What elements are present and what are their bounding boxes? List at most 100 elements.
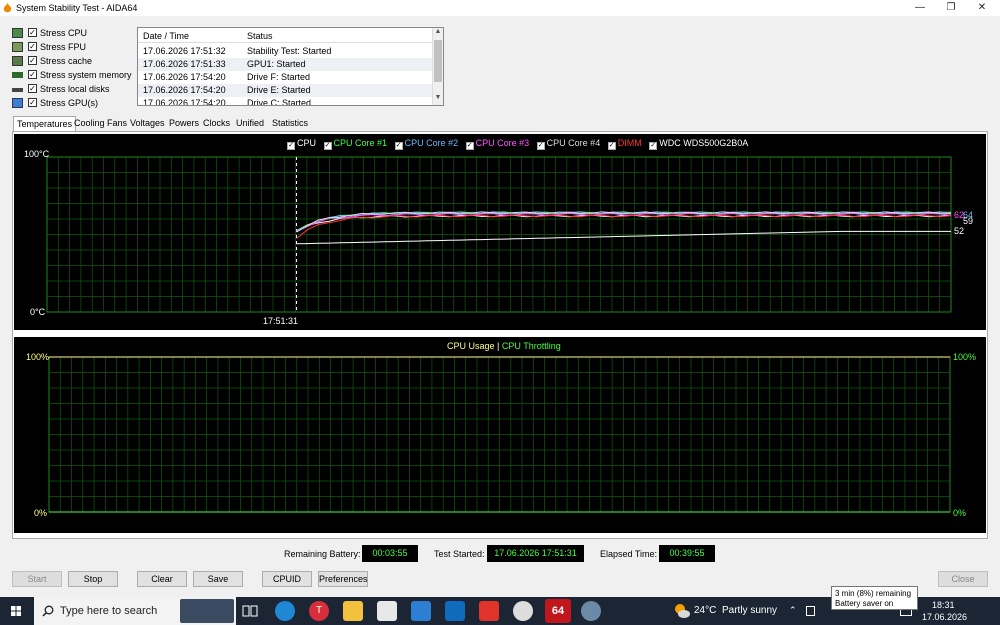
preferences-button[interactable]: Preferences bbox=[318, 571, 368, 587]
stress-gpu-label: Stress GPU(s) bbox=[40, 98, 99, 108]
window-title: System Stability Test - AIDA64 bbox=[16, 3, 138, 13]
close-window-button[interactable]: ✕ bbox=[967, 0, 997, 16]
log-row[interactable]: 17.06.2026 17:51:32 Stability Test: Start… bbox=[138, 45, 433, 58]
log-row[interactable]: 17.06.2026 17:54:20 Drive F: Started bbox=[138, 71, 433, 84]
stress-fpu-checkbox[interactable]: ✓ bbox=[28, 42, 37, 51]
scrollbar-thumb[interactable] bbox=[434, 40, 442, 82]
windows-start-icon[interactable] bbox=[0, 597, 32, 625]
stress-gpu-checkbox[interactable]: ✓ bbox=[28, 98, 37, 107]
usage-legend: CPU Usage | CPU Throttling bbox=[447, 341, 561, 353]
chrome-browser-icon[interactable] bbox=[513, 601, 533, 621]
scroll-up-icon[interactable]: ▲ bbox=[433, 28, 443, 35]
log-status: Stability Test: Started bbox=[247, 46, 332, 56]
close-button[interactable]: Close bbox=[938, 571, 988, 587]
file-explorer-icon[interactable] bbox=[343, 601, 363, 621]
save-button[interactable]: Save bbox=[193, 571, 243, 587]
stress-cpu-checkbox[interactable]: ✓ bbox=[28, 28, 37, 37]
tab-cooling-fans[interactable]: Cooling Fans bbox=[71, 116, 130, 131]
log-status: Drive E: Started bbox=[247, 85, 311, 95]
tab-temperatures[interactable]: Temperatures bbox=[13, 116, 77, 131]
t-app-icon[interactable]: T bbox=[309, 601, 329, 621]
aida64-taskbar-icon[interactable]: 64 bbox=[545, 599, 571, 623]
tab-unified[interactable]: Unified bbox=[233, 116, 267, 131]
tab-powers[interactable]: Powers bbox=[166, 116, 202, 131]
legend-cpu[interactable]: ✓ CPU bbox=[287, 138, 316, 150]
stress-disks-checkbox[interactable]: ✓ bbox=[28, 84, 37, 93]
event-log-list[interactable]: Date / Time Status 17.06.2026 17:51:32 St… bbox=[137, 27, 444, 106]
log-column-status[interactable]: Status bbox=[247, 31, 273, 41]
tooltip-line: Battery saver on bbox=[835, 599, 894, 608]
stress-cpu-option[interactable]: ✓ Stress CPU bbox=[10, 26, 135, 40]
usage-y-max-label-right: 100% bbox=[953, 352, 977, 362]
aida64-flame-icon bbox=[3, 3, 12, 13]
tray-device-icon[interactable] bbox=[806, 606, 815, 616]
log-row[interactable]: 17.06.2026 17:51:33 GPU1: Started bbox=[138, 58, 433, 71]
legend-wdc-drive[interactable]: ✓ WDC WDS500G2B0A bbox=[649, 138, 748, 150]
stress-cache-option[interactable]: ✓ Stress cache bbox=[10, 54, 135, 68]
stress-fpu-option[interactable]: ✓ Stress FPU bbox=[10, 40, 135, 54]
legend-cpu-core-2[interactable]: ✓ CPU Core #2 bbox=[394, 138, 458, 150]
notepad-icon[interactable] bbox=[377, 601, 397, 621]
stress-memory-checkbox[interactable]: ✓ bbox=[28, 70, 37, 79]
task-view-icon[interactable] bbox=[242, 604, 258, 618]
pdf-app-icon[interactable] bbox=[479, 601, 499, 621]
stress-disks-label: Stress local disks bbox=[40, 84, 110, 94]
stress-gpu-option[interactable]: ✓ Stress GPU(s) bbox=[10, 96, 135, 110]
scroll-down-icon[interactable]: ▼ bbox=[433, 94, 443, 101]
temp-y-min-label: 0°C bbox=[30, 307, 46, 317]
tab-statistics[interactable]: Statistics bbox=[269, 116, 311, 131]
memory-module-icon bbox=[12, 72, 23, 78]
app-icon[interactable] bbox=[581, 601, 601, 621]
temperature-graph: ✓ CPU ✓ CPU Core #1 ✓ CPU Core #2 ✓ CPU Core… bbox=[14, 134, 986, 330]
title-bar: System Stability Test - AIDA64 — ❐ ✕ bbox=[0, 0, 1000, 16]
minimize-button[interactable]: — bbox=[905, 0, 935, 16]
clock-time[interactable]: 18:31 bbox=[932, 600, 955, 610]
stress-fpu-label: Stress FPU bbox=[40, 42, 87, 52]
legend-cpu-core-4[interactable]: ✓ CPU Core #4 bbox=[536, 138, 600, 150]
temperature-plot bbox=[46, 156, 952, 313]
cpuid-button[interactable]: CPUID bbox=[262, 571, 312, 587]
stress-memory-option[interactable]: ✓ Stress system memory bbox=[10, 68, 135, 82]
outlook-icon[interactable] bbox=[445, 601, 465, 621]
monitor-icon bbox=[12, 98, 23, 108]
series-line-0 bbox=[296, 214, 952, 232]
log-time: 17.06.2026 17:54:20 bbox=[143, 72, 226, 82]
battery-tooltip: 3 min (8%) remaining Battery saver on bbox=[831, 586, 918, 610]
tab-voltages[interactable]: Voltages bbox=[127, 116, 168, 131]
usage-y-max-label: 100% bbox=[26, 352, 50, 362]
taskbar-search-box[interactable]: Type here to search bbox=[34, 597, 236, 625]
edge-browser-icon[interactable] bbox=[275, 601, 295, 621]
start-button[interactable]: Start bbox=[12, 571, 62, 587]
show-hidden-icons-icon[interactable]: ⌃ bbox=[789, 605, 797, 616]
clock-date[interactable]: 17.06.2026 bbox=[922, 612, 967, 622]
tooltip-line: 3 min (8%) remaining bbox=[835, 589, 912, 598]
temp-legend: ✓ CPU ✓ CPU Core #1 ✓ CPU Core #2 ✓ CPU Core… bbox=[287, 138, 748, 150]
search-placeholder: Type here to search bbox=[60, 605, 158, 617]
partly-sunny-icon bbox=[675, 604, 690, 618]
fpu-chip-icon bbox=[12, 42, 23, 52]
log-status: Drive F: Started bbox=[247, 72, 311, 82]
store-icon[interactable] bbox=[411, 601, 431, 621]
elapsed-time-label: Elapsed Time: bbox=[600, 549, 658, 559]
series-line-6 bbox=[296, 230, 951, 245]
weather-description[interactable]: Partly sunny bbox=[722, 605, 777, 616]
legend-cpu-core-1[interactable]: ✓ CPU Core #1 bbox=[323, 138, 387, 150]
stress-disks-option[interactable]: ✓ Stress local disks bbox=[10, 82, 135, 96]
legend-cpu-core-3[interactable]: ✓ CPU Core #3 bbox=[465, 138, 529, 150]
stress-memory-label: Stress system memory bbox=[40, 70, 132, 80]
maximize-button[interactable]: ❐ bbox=[936, 0, 966, 16]
log-status: GPU1: Started bbox=[247, 59, 306, 69]
clear-button[interactable]: Clear bbox=[137, 571, 187, 587]
test-started-value: 17.06.2026 17:51:31 bbox=[487, 545, 584, 562]
log-column-datetime[interactable]: Date / Time bbox=[143, 31, 189, 41]
legend-dimm[interactable]: ✓ DIMM bbox=[607, 138, 642, 150]
stress-cpu-label: Stress CPU bbox=[40, 28, 88, 38]
log-row[interactable]: 17.06.2026 17:54:20 Drive C: Started bbox=[138, 97, 433, 105]
stress-cache-checkbox[interactable]: ✓ bbox=[28, 56, 37, 65]
tab-clocks[interactable]: Clocks bbox=[200, 116, 233, 131]
stop-button[interactable]: Stop bbox=[68, 571, 118, 587]
log-scrollbar[interactable]: ▲ ▼ bbox=[432, 28, 443, 105]
log-row[interactable]: 17.06.2026 17:54:20 Drive E: Started bbox=[138, 84, 433, 97]
cpu-chip-icon bbox=[12, 28, 23, 38]
weather-temperature[interactable]: 24°C bbox=[694, 605, 716, 616]
